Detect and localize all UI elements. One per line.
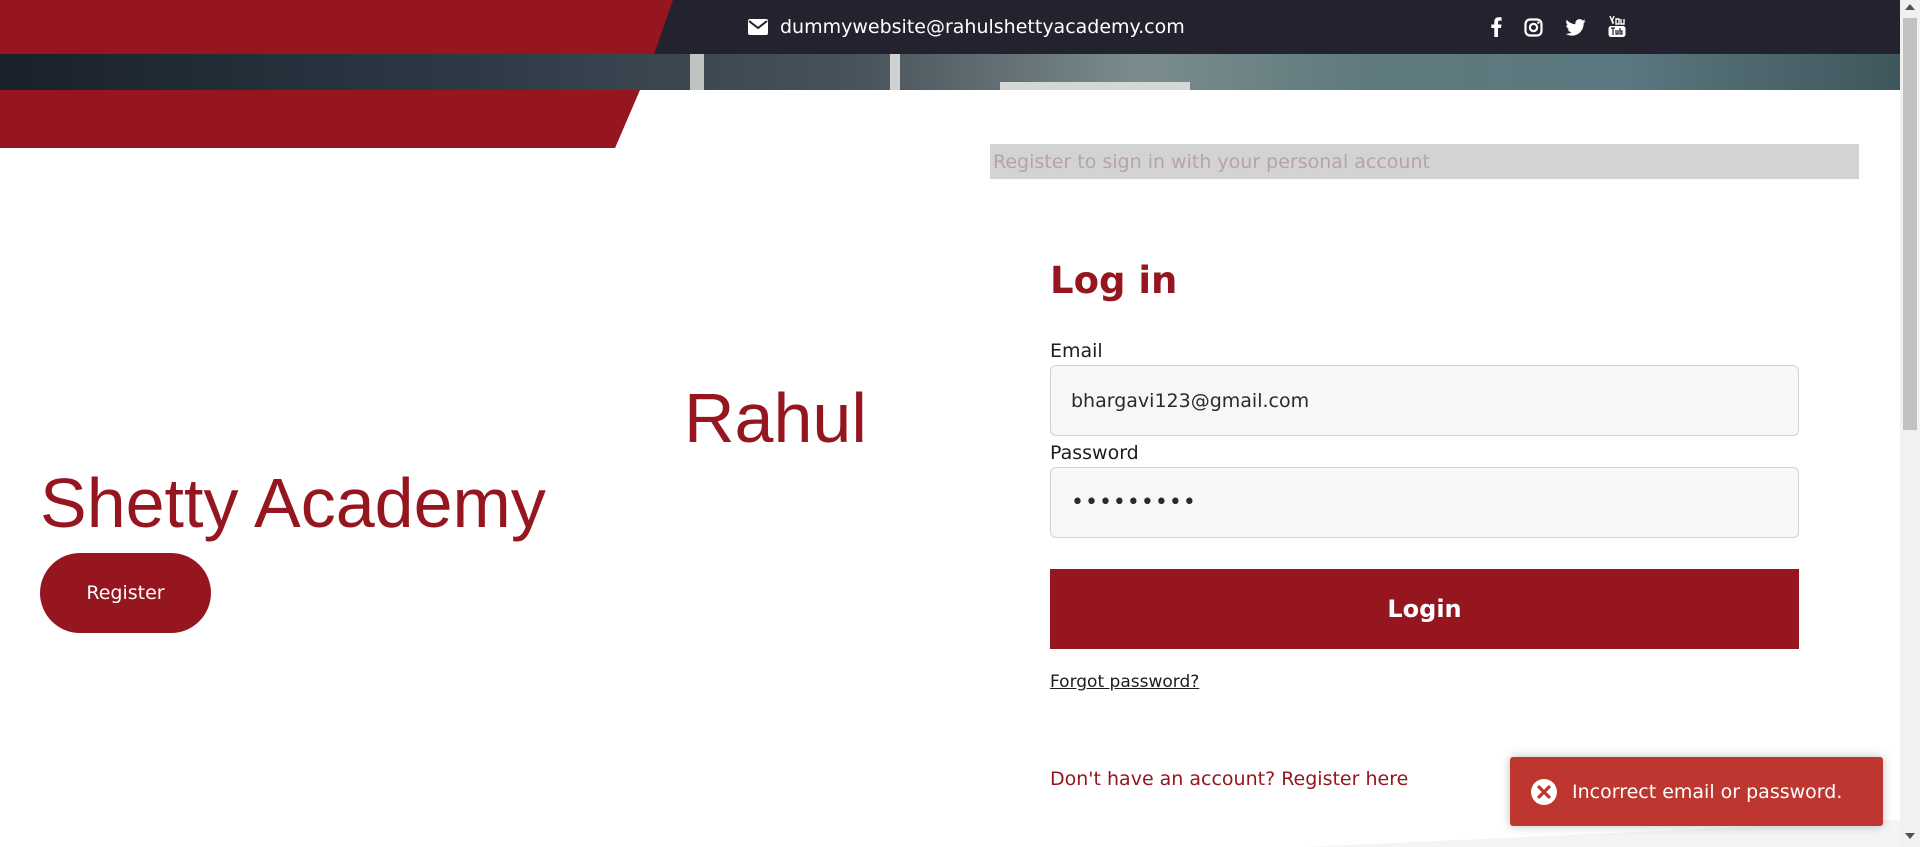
top-bar-red-shape	[0, 0, 673, 54]
scroll-thumb[interactable]	[1903, 18, 1917, 430]
vertical-scrollbar[interactable]	[1900, 0, 1920, 847]
page-title: Log in	[1050, 259, 1178, 302]
instagram-icon[interactable]	[1524, 17, 1543, 37]
banner-detail	[890, 54, 900, 90]
contact-email: dummywebsite@rahulshettyacademy.com	[748, 0, 1185, 54]
top-bar: dummywebsite@rahulshettyacademy.com	[0, 0, 1900, 54]
banner-image	[0, 54, 1900, 90]
email-field[interactable]: bhargavi123@gmail.com	[1050, 365, 1799, 436]
banner-detail	[690, 54, 704, 90]
hero-title-line2: Shetty Academy	[40, 464, 546, 542]
register-here-link[interactable]: Don't have an account? Register here	[1050, 768, 1408, 790]
error-circle-icon	[1531, 778, 1557, 805]
banner-detail	[1000, 82, 1190, 90]
error-toast-message: Incorrect email or password.	[1572, 780, 1843, 803]
social-links	[1490, 0, 1626, 54]
login-button[interactable]: Login	[1050, 569, 1799, 649]
error-toast[interactable]: Incorrect email or password.	[1510, 757, 1883, 826]
hero-title-line1: Rahul	[684, 379, 867, 457]
email-field-value: bhargavi123@gmail.com	[1071, 389, 1310, 412]
header-red-wedge	[0, 90, 640, 148]
register-button[interactable]: Register	[40, 553, 211, 633]
password-field-value: •••••••••	[1071, 490, 1197, 515]
info-banner: Register to sign in with your personal a…	[990, 144, 1859, 179]
email-label: Email	[1050, 340, 1103, 362]
scroll-up-arrow[interactable]	[1905, 4, 1915, 10]
contact-email-text: dummywebsite@rahulshettyacademy.com	[780, 16, 1185, 38]
password-field[interactable]: •••••••••	[1050, 467, 1799, 538]
twitter-icon[interactable]	[1565, 18, 1586, 36]
facebook-icon[interactable]	[1490, 17, 1502, 37]
youtube-icon[interactable]	[1608, 16, 1626, 38]
forgot-password-link[interactable]: Forgot password?	[1050, 672, 1199, 692]
envelope-icon	[748, 19, 768, 35]
scroll-down-arrow[interactable]	[1905, 833, 1915, 839]
password-label: Password	[1050, 442, 1139, 464]
